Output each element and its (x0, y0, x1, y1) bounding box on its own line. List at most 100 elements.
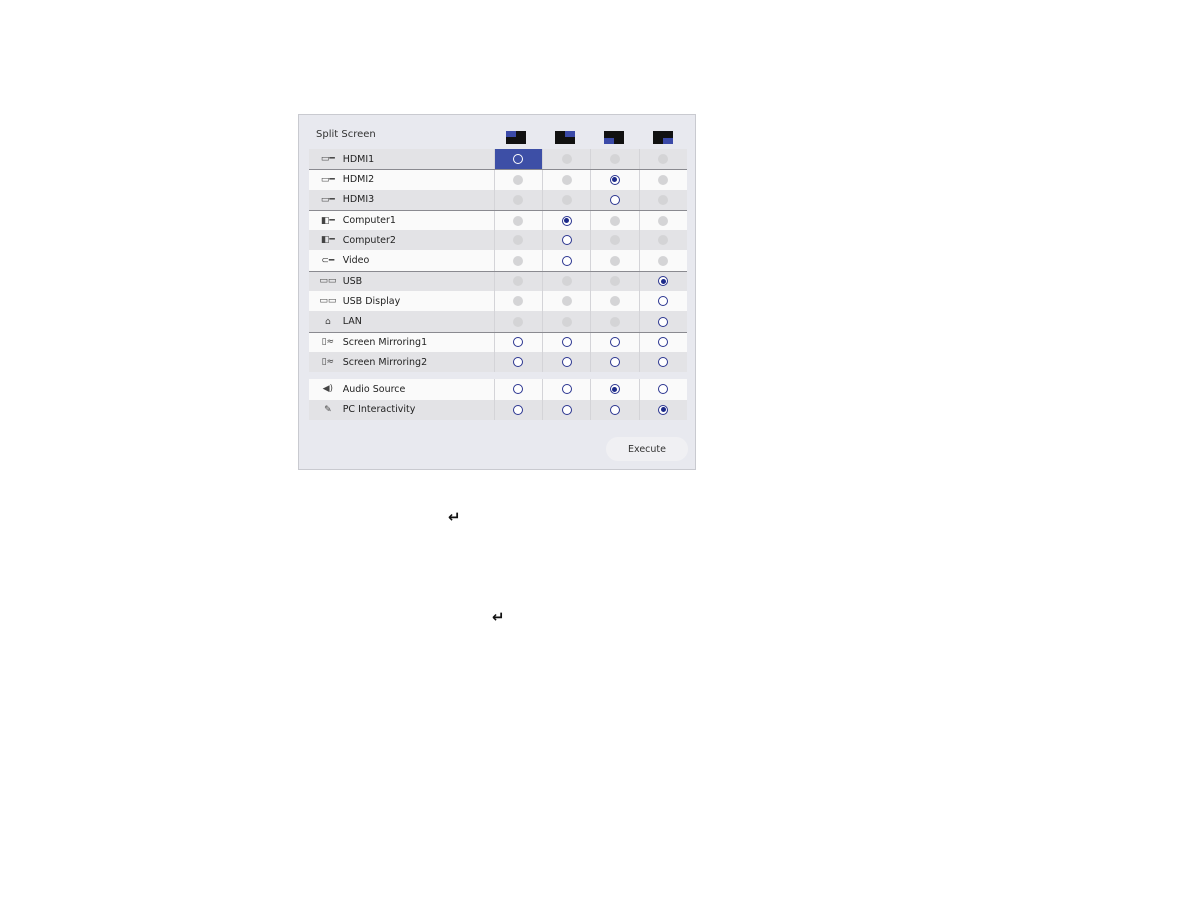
radio-button[interactable] (609, 404, 620, 415)
enter-icon: ↵ (448, 508, 461, 526)
source-row: ▯≈ Screen Mirroring2 (309, 351, 687, 373)
source-label: Video (342, 255, 370, 267)
layout-cell-bottom-left[interactable] (590, 332, 638, 352)
radio-button[interactable] (513, 154, 524, 165)
radio-button[interactable] (609, 194, 620, 205)
layout-cell-top-right (541, 271, 590, 292)
layout-cell-top-left[interactable] (493, 379, 542, 400)
radio-button[interactable] (561, 337, 572, 348)
layout-cell-bottom-right[interactable] (638, 291, 687, 312)
source-label: USB Display (342, 295, 401, 307)
layout-cell-top-left[interactable] (493, 149, 542, 170)
layout-cell-top-left[interactable] (493, 351, 542, 373)
radio-button[interactable] (658, 316, 669, 327)
radio-button (513, 276, 524, 287)
radio-button[interactable] (561, 404, 572, 415)
layout-cell-bottom-right (638, 230, 687, 251)
mirroring-icon: ▯≈ (321, 337, 335, 348)
radio-button[interactable] (609, 357, 620, 368)
hdmi-icon: ▭━ (320, 154, 335, 165)
radio-button[interactable] (561, 235, 572, 246)
pen-icon: ✎ (324, 404, 332, 415)
radio-button (609, 255, 620, 266)
radio-button (513, 174, 524, 185)
layout-cell-bottom-right[interactable] (638, 399, 687, 420)
source-label: LAN (342, 316, 362, 328)
layout-cell-top-right (541, 170, 590, 190)
radio-button (658, 174, 669, 185)
radio-button (561, 276, 572, 287)
radio-button (658, 215, 669, 226)
radio-button[interactable] (513, 404, 524, 415)
layout-cell-top-left (493, 291, 542, 312)
radio-button[interactable] (561, 255, 572, 266)
source-row: ▭━ HDMI3 (309, 189, 687, 210)
radio-button[interactable] (658, 404, 669, 415)
source-label: Computer1 (342, 215, 396, 227)
radio-button (658, 194, 669, 205)
layout-cell-top-right[interactable] (541, 332, 590, 352)
source-label: HDMI1 (342, 153, 375, 165)
layout-cell-bottom-right (638, 170, 687, 190)
radio-button[interactable] (561, 384, 572, 395)
layout-bottom-right-icon (653, 131, 673, 144)
layout-cell-bottom-right[interactable] (638, 351, 687, 373)
layout-cell-top-left (493, 210, 542, 231)
layout-cell-bottom-left[interactable] (590, 170, 638, 190)
radio-button (513, 215, 524, 226)
radio-button (513, 296, 524, 307)
radio-button[interactable] (609, 174, 620, 185)
layout-cell-top-right (541, 189, 590, 210)
layout-cell-bottom-left (590, 149, 638, 170)
layout-cell-bottom-right (638, 149, 687, 170)
radio-button (561, 154, 572, 165)
layout-cell-bottom-left[interactable] (590, 399, 638, 420)
radio-button[interactable] (561, 215, 572, 226)
source-label: USB (342, 275, 363, 287)
radio-button (609, 215, 620, 226)
layout-cell-bottom-left[interactable] (590, 189, 638, 210)
source-label: Screen Mirroring1 (342, 336, 428, 348)
radio-button[interactable] (609, 384, 620, 395)
lan-icon: ⌂ (324, 316, 331, 327)
radio-button[interactable] (658, 357, 669, 368)
layout-cell-bottom-right[interactable] (638, 311, 687, 332)
radio-button[interactable] (658, 337, 669, 348)
layout-cell-bottom-right (638, 189, 687, 210)
layout-cell-bottom-right[interactable] (638, 271, 687, 292)
radio-button[interactable] (561, 357, 572, 368)
radio-button[interactable] (609, 337, 620, 348)
radio-button[interactable] (658, 384, 669, 395)
layout-cell-bottom-right[interactable] (638, 332, 687, 352)
layout-cell-top-right[interactable] (541, 351, 590, 373)
layout-top-right-icon (555, 131, 575, 144)
layout-cell-top-right[interactable] (541, 210, 590, 231)
layout-cell-bottom-left[interactable] (590, 351, 638, 373)
layout-cell-top-left[interactable] (493, 399, 542, 420)
source-label: Computer2 (342, 234, 396, 246)
layout-cell-top-right[interactable] (541, 230, 590, 251)
radio-button (513, 235, 524, 246)
layout-cell-bottom-left[interactable] (590, 379, 638, 400)
layout-cell-top-right[interactable] (541, 250, 590, 271)
layout-cell-top-right[interactable] (541, 399, 590, 420)
radio-button[interactable] (513, 384, 524, 395)
source-row: ▯≈ Screen Mirroring1 (309, 331, 687, 352)
radio-button[interactable] (513, 337, 524, 348)
radio-button[interactable] (513, 357, 524, 368)
source-row: ▭▭ USB Display (309, 291, 687, 312)
radio-button (658, 235, 669, 246)
layout-cell-top-right (541, 149, 590, 170)
layout-cell-top-right[interactable] (541, 379, 590, 400)
source-row: ◧━ Computer2 (309, 230, 687, 251)
row-gap (309, 372, 687, 379)
layout-cell-bottom-left (590, 311, 638, 332)
layout-cell-top-left[interactable] (493, 332, 542, 352)
source-label: Screen Mirroring2 (342, 356, 428, 368)
radio-button[interactable] (658, 276, 669, 287)
layout-cell-top-left (493, 311, 542, 332)
layout-cell-bottom-right[interactable] (638, 379, 687, 400)
radio-button (658, 154, 669, 165)
execute-button[interactable]: Execute (606, 437, 688, 461)
radio-button[interactable] (658, 296, 669, 307)
